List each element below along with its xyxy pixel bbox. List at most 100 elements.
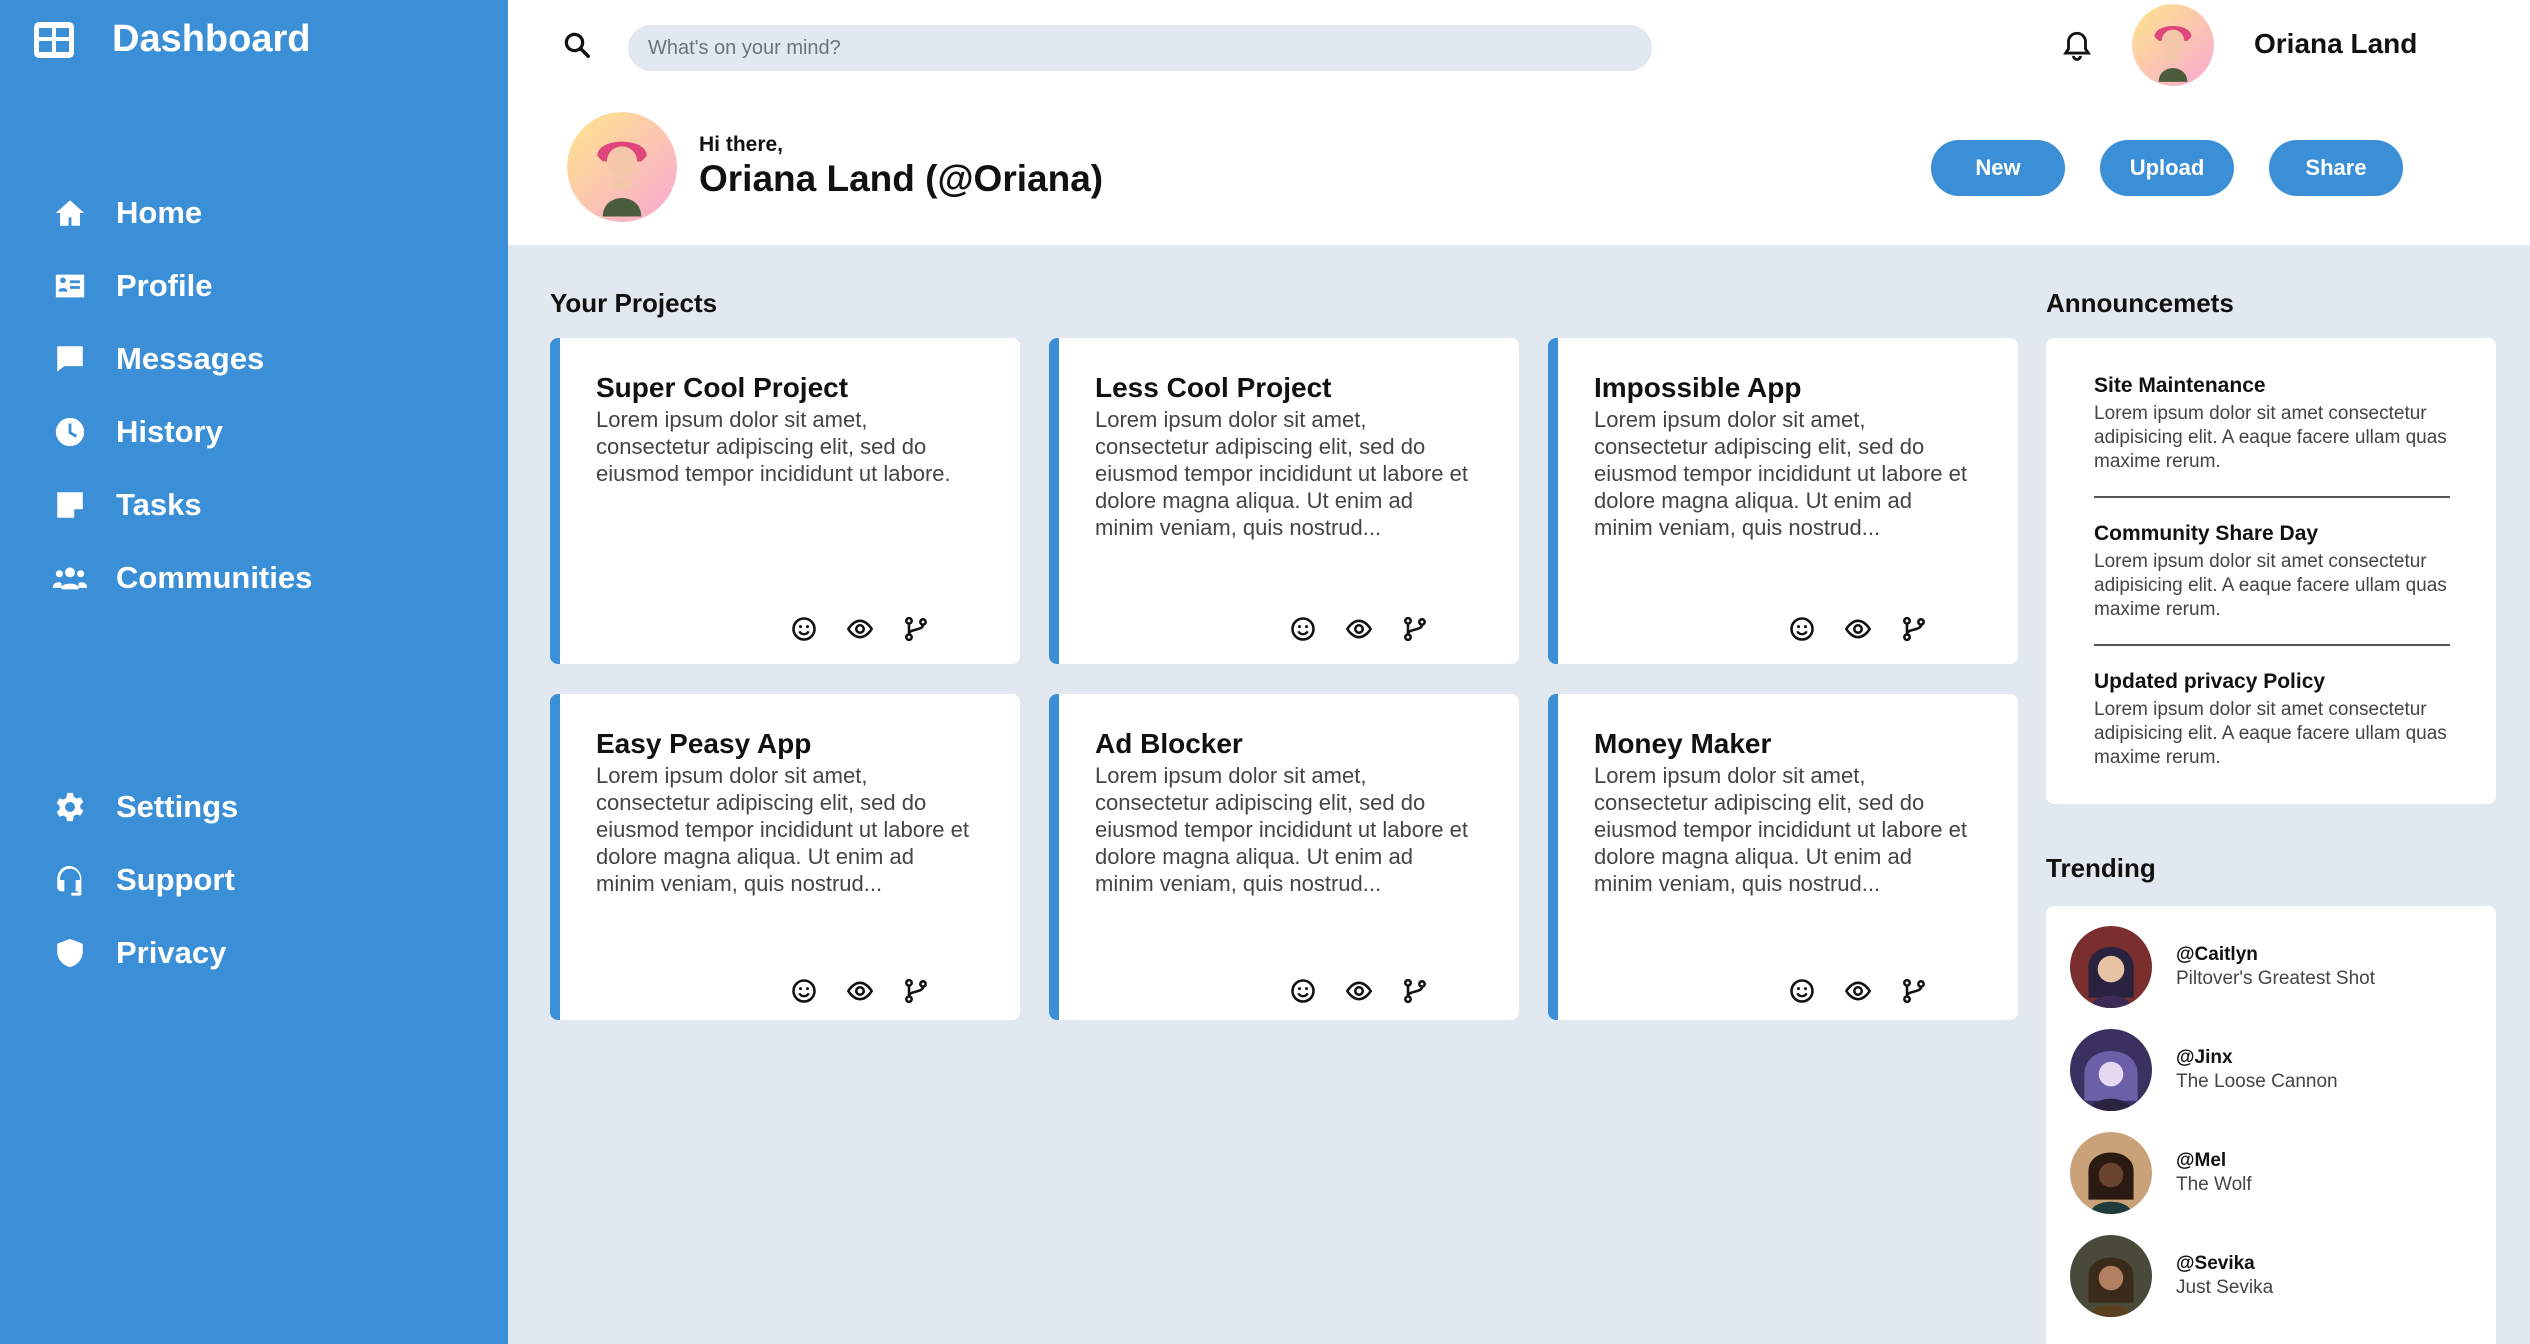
sidebar-item-history[interactable]: History [50, 395, 312, 468]
trending-item[interactable]: @Caitlyn Piltover's Greatest Shot [2070, 926, 2375, 1008]
announcement-item[interactable]: Site Maintenance Lorem ipsum dolor sit a… [2094, 374, 2450, 474]
smile-icon[interactable] [790, 977, 818, 1005]
fork-icon[interactable] [1401, 615, 1429, 643]
project-card[interactable]: Ad Blocker Lorem ipsum dolor sit amet, co… [1049, 694, 1519, 1020]
share-button[interactable]: Share [2269, 140, 2403, 196]
fork-icon[interactable] [902, 615, 930, 643]
sidebar-item-tasks[interactable]: Tasks [50, 468, 312, 541]
project-description: Lorem ipsum dolor sit amet, consectetur … [1594, 407, 1967, 540]
gear-icon [50, 787, 90, 827]
greeting-name: Oriana Land (@Oriana) [699, 158, 1104, 199]
project-actions [1289, 615, 1429, 643]
avatar [2070, 1029, 2152, 1111]
project-description: Lorem ipsum dolor sit amet, consectetur … [596, 763, 969, 896]
projects-title: Your Projects [550, 288, 718, 318]
avatar [2070, 1235, 2152, 1317]
sidebar-item-profile[interactable]: Profile [50, 249, 312, 322]
top-header: Oriana Land Hi there, Oriana Land (@Oria… [508, 0, 2530, 245]
eye-icon[interactable] [1844, 977, 1872, 1005]
project-actions [1788, 977, 1928, 1005]
trending-item[interactable]: @Sevika Just Sevika [2070, 1235, 2273, 1317]
sidebar-item-privacy[interactable]: Privacy [50, 916, 238, 989]
trending-handle: @Jinx [2176, 1047, 2233, 1068]
project-actions [790, 615, 930, 643]
fork-icon[interactable] [1900, 977, 1928, 1005]
profile-avatar [567, 112, 677, 222]
sidebar-item-label: Settings [116, 788, 239, 824]
project-actions [1788, 615, 1928, 643]
sidebar-item-settings[interactable]: Settings [50, 770, 238, 843]
sidebar-item-label: Support [116, 861, 235, 897]
project-card[interactable]: Super Cool Project Lorem ipsum dolor sit … [550, 338, 1020, 664]
headset-icon [50, 860, 90, 900]
id-card-icon [50, 266, 90, 306]
trending-item[interactable]: @Jinx The Loose Cannon [2070, 1029, 2338, 1111]
project-card[interactable]: Less Cool Project Lorem ipsum dolor sit a… [1049, 338, 1519, 664]
sidebar-item-messages[interactable]: Messages [50, 322, 312, 395]
announcement-body: Lorem ipsum dolor sit amet consectetur a… [2094, 699, 2447, 768]
project-card[interactable]: Money Maker Lorem ipsum dolor sit amet, c… [1548, 694, 2018, 1020]
greeting-small: Hi there, [699, 133, 784, 156]
sidebar-item-communities[interactable]: Communities [50, 541, 312, 614]
note-icon [50, 485, 90, 525]
announcement-item[interactable]: Updated privacy Policy Lorem ipsum dolor… [2094, 670, 2450, 770]
sidebar-nav-main: Home Profile Messages History Tasks Comm… [50, 176, 312, 614]
eye-icon[interactable] [846, 615, 874, 643]
eye-icon[interactable] [846, 977, 874, 1005]
upload-button[interactable]: Upload [2100, 140, 2234, 196]
fork-icon[interactable] [1401, 977, 1429, 1005]
sidebar-item-label: Communities [116, 559, 313, 595]
eye-icon[interactable] [1345, 615, 1373, 643]
sidebar-item-label: Home [116, 194, 203, 230]
avatar [2070, 926, 2152, 1008]
project-card[interactable]: Easy Peasy App Lorem ipsum dolor sit amet… [550, 694, 1020, 1020]
divider [2094, 644, 2450, 646]
shield-icon [50, 933, 90, 973]
trending-panel: @Caitlyn Piltover's Greatest Shot @Jinx … [2046, 906, 2496, 1344]
sidebar-item-home[interactable]: Home [50, 176, 312, 249]
trending-item[interactable]: @Mel The Wolf [2070, 1132, 2252, 1214]
project-actions [1289, 977, 1429, 1005]
fork-icon[interactable] [1900, 615, 1928, 643]
announcement-title: Site Maintenance [2094, 374, 2266, 397]
user-avatar[interactable] [2132, 4, 2214, 86]
user-name[interactable]: Oriana Land [2254, 28, 2417, 60]
announcements-title: Announcemets [2046, 288, 2234, 318]
project-title: Ad Blocker [1095, 728, 1243, 759]
trending-desc: The Loose Cannon [2176, 1071, 2338, 1092]
fork-icon[interactable] [902, 977, 930, 1005]
smile-icon[interactable] [1289, 977, 1317, 1005]
sidebar-item-label: History [116, 413, 223, 449]
smile-icon[interactable] [790, 615, 818, 643]
announcements-panel: Site Maintenance Lorem ipsum dolor sit a… [2046, 338, 2496, 804]
smile-icon[interactable] [1788, 615, 1816, 643]
trending-handle: @Sevika [2176, 1253, 2255, 1274]
sidebar-item-support[interactable]: Support [50, 843, 238, 916]
search-input[interactable] [628, 25, 1652, 71]
bell-icon[interactable] [2060, 28, 2094, 64]
sidebar-item-label: Privacy [116, 934, 227, 970]
sidebar-item-label: Messages [116, 340, 265, 376]
new-button[interactable]: New [1931, 140, 2065, 196]
search-icon[interactable] [562, 30, 592, 60]
users-icon [50, 558, 90, 598]
project-title: Easy Peasy App [596, 728, 812, 759]
eye-icon[interactable] [1345, 977, 1373, 1005]
smile-icon[interactable] [1788, 977, 1816, 1005]
smile-icon[interactable] [1289, 615, 1317, 643]
sidebar-item-label: Profile [116, 267, 213, 303]
avatar [2070, 1132, 2152, 1214]
project-card[interactable]: Impossible App Lorem ipsum dolor sit amet… [1548, 338, 2018, 664]
sidebar-nav-secondary: Settings Support Privacy [50, 770, 238, 989]
trending-handle: @Mel [2176, 1150, 2227, 1171]
announcement-item[interactable]: Community Share Day Lorem ipsum dolor si… [2094, 522, 2450, 622]
announcement-body: Lorem ipsum dolor sit amet consectetur a… [2094, 551, 2447, 620]
project-description: Lorem ipsum dolor sit amet, consectetur … [1594, 763, 1967, 896]
announcement-title: Updated privacy Policy [2094, 670, 2326, 693]
brand-title: Dashboard [112, 18, 311, 60]
dashboard-icon [34, 21, 74, 58]
eye-icon[interactable] [1844, 615, 1872, 643]
brand[interactable]: Dashboard [34, 18, 310, 61]
sidebar: Dashboard Home Profile Messages History … [0, 0, 508, 1344]
project-title: Less Cool Project [1095, 372, 1332, 403]
